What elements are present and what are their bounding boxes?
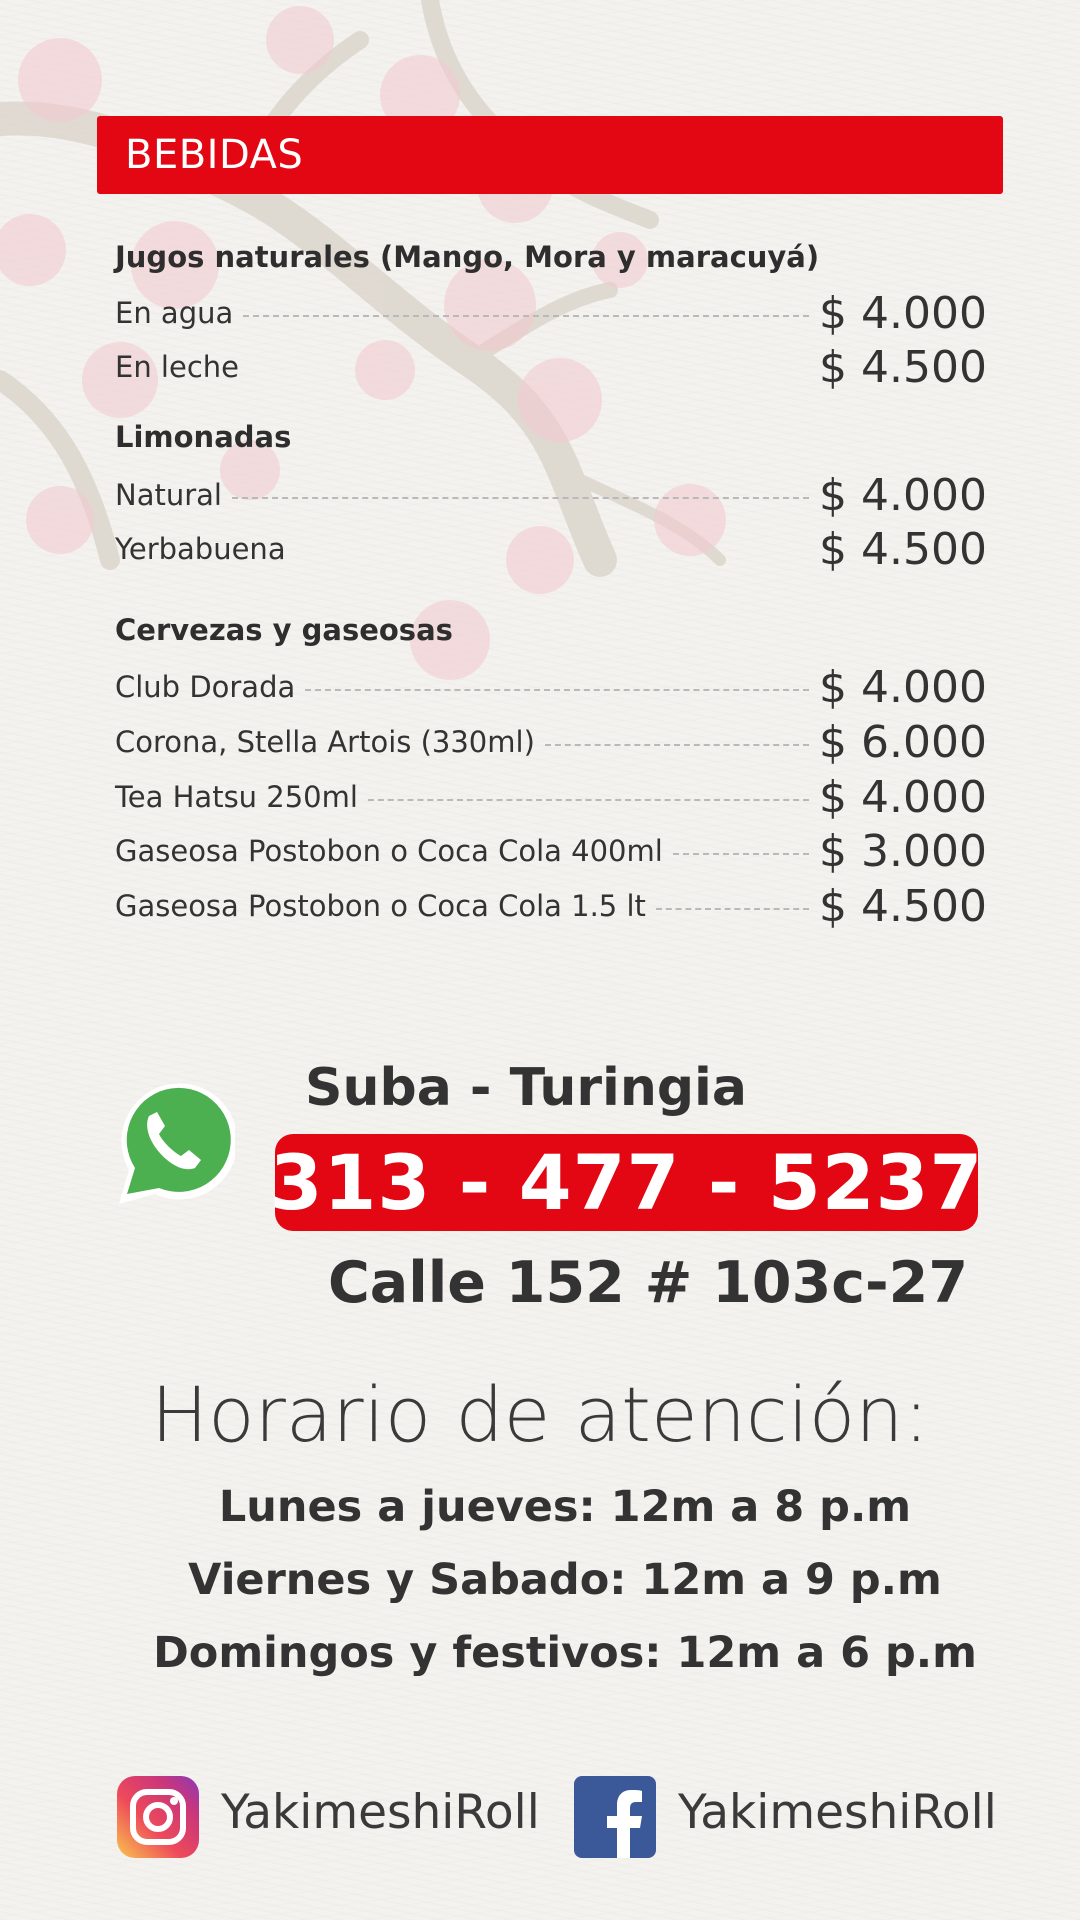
menu-item-name: Natural bbox=[115, 478, 222, 512]
hours-title: Horario de atención: bbox=[150, 1370, 930, 1459]
category-title: Jugos naturales (Mango, Mora y maracuyá) bbox=[115, 240, 820, 274]
menu-item-name: Yerbabuena bbox=[115, 532, 286, 566]
phone-number[interactable]: 313 - 477 - 5237 bbox=[270, 1138, 984, 1227]
whatsapp-icon bbox=[119, 1083, 235, 1204]
menu-item-name: En agua bbox=[115, 296, 234, 330]
phone-number-box[interactable]: 313 - 477 - 5237 bbox=[270, 1134, 982, 1231]
facebook-icon[interactable] bbox=[574, 1776, 656, 1858]
hours-line: Lunes a jueves: 12m a 8 p.m bbox=[218, 1482, 912, 1532]
branch-name: Suba - Turingia bbox=[305, 1058, 747, 1118]
menu-item-name: Corona, Stella Artois (330ml) bbox=[115, 725, 535, 759]
menu-item-row: Club Dorada $ 4.000 bbox=[115, 661, 987, 713]
menu-item-price: $ 4.000 bbox=[819, 469, 987, 521]
section-title: BEBIDAS bbox=[125, 132, 304, 178]
category-title: Limonadas bbox=[115, 420, 292, 454]
menu-item-name: En leche bbox=[115, 350, 239, 384]
menu-item-row: Natural $ 4.000 bbox=[115, 469, 987, 521]
menu-item-row: En leche $ 4.500 bbox=[115, 341, 987, 393]
menu-item-price: $ 6.000 bbox=[819, 716, 987, 768]
dotted-leader bbox=[655, 908, 810, 910]
menu-item-row: Gaseosa Postobon o Coca Cola 400ml $ 3.00… bbox=[115, 825, 987, 877]
dotted-leader bbox=[243, 315, 810, 317]
menu-item-name: Gaseosa Postobon o Coca Cola 400ml bbox=[115, 834, 663, 868]
menu-item-row: Tea Hatsu 250ml $ 4.000 bbox=[115, 771, 987, 823]
menu-item-row: En agua $ 4.000 bbox=[115, 287, 987, 339]
dotted-leader bbox=[544, 744, 810, 746]
dotted-leader bbox=[367, 799, 810, 801]
menu-item-name: Tea Hatsu 250ml bbox=[115, 780, 358, 814]
facebook-handle[interactable]: YakimeshiRoll bbox=[678, 1785, 997, 1840]
dotted-leader bbox=[672, 853, 810, 855]
dotted-leader bbox=[249, 369, 809, 371]
dotted-leader bbox=[296, 551, 809, 553]
dotted-leader bbox=[305, 689, 810, 691]
menu-item-price: $ 4.000 bbox=[819, 287, 987, 339]
category-title: Cervezas y gaseosas bbox=[115, 613, 453, 647]
dotted-leader bbox=[231, 497, 810, 499]
section-header-bebidas: BEBIDAS bbox=[97, 116, 1003, 194]
menu-item-price: $ 4.000 bbox=[819, 771, 987, 823]
hours-line: Domingos y festivos: 12m a 6 p.m bbox=[153, 1628, 977, 1678]
menu-item-name: Gaseosa Postobon o Coca Cola 1.5 lt bbox=[115, 889, 646, 923]
menu-item-price: $ 3.000 bbox=[819, 825, 987, 877]
menu-item-row: Corona, Stella Artois (330ml) $ 6.000 bbox=[115, 716, 987, 768]
menu-item-price: $ 4.500 bbox=[819, 523, 987, 575]
menu-item-price: $ 4.000 bbox=[819, 661, 987, 713]
menu-item-row: Yerbabuena $ 4.500 bbox=[115, 523, 987, 575]
menu-item-price: $ 4.500 bbox=[819, 880, 987, 932]
hours-line: Viernes y Sabado: 12m a 9 p.m bbox=[188, 1555, 942, 1605]
menu-item-name: Club Dorada bbox=[115, 670, 296, 704]
menu-item-row: Gaseosa Postobon o Coca Cola 1.5 lt $ 4.5… bbox=[115, 880, 987, 932]
instagram-handle[interactable]: YakimeshiRoll bbox=[221, 1785, 540, 1840]
instagram-icon[interactable] bbox=[117, 1776, 199, 1858]
menu-item-price: $ 4.500 bbox=[819, 341, 987, 393]
address: Calle 152 # 103c-27 bbox=[327, 1250, 968, 1316]
